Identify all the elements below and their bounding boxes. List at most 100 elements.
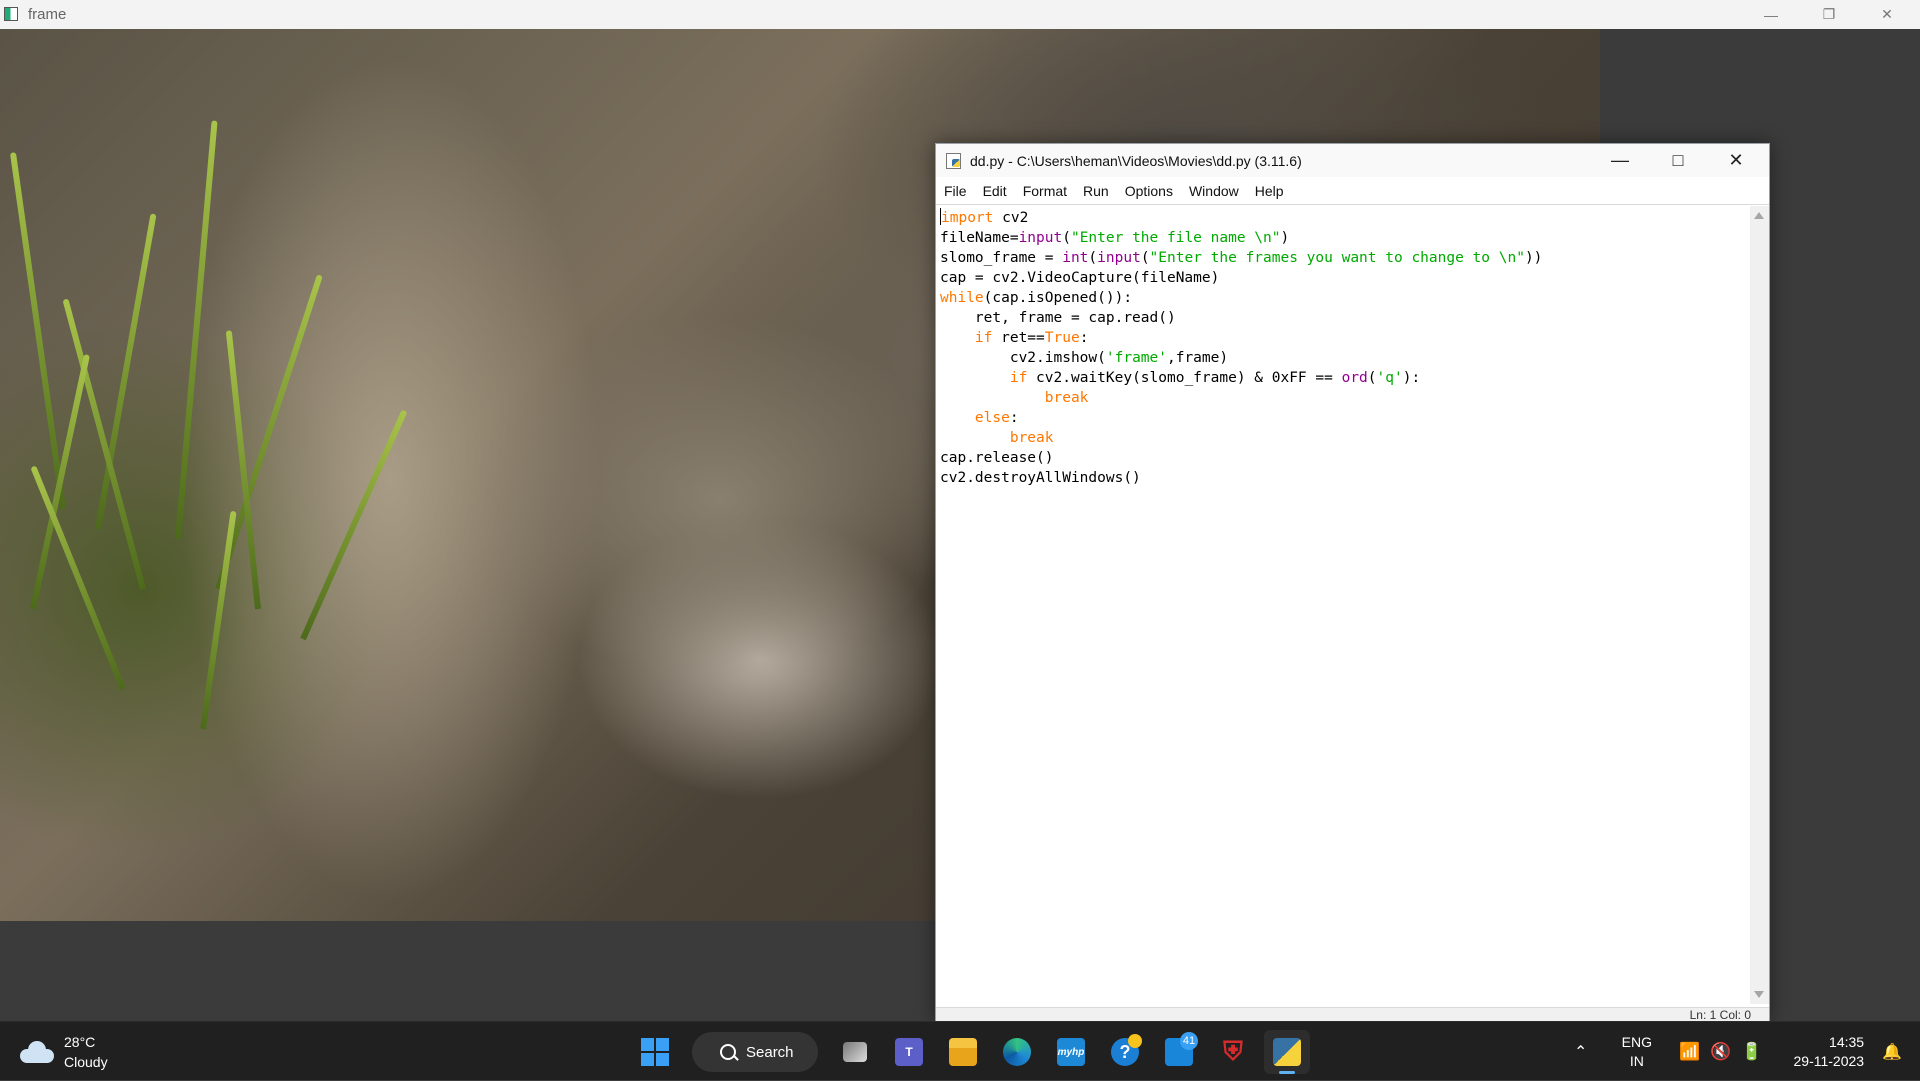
menubar-divider — [936, 204, 1769, 205]
notification-dot — [1128, 1034, 1142, 1048]
code-line[interactable]: cap = cv2.VideoCapture(fileName) — [940, 268, 1748, 288]
clock[interactable]: 14:35 29-11-2023 — [1794, 1033, 1865, 1071]
code-line[interactable]: while(cap.isOpened()): — [940, 288, 1748, 308]
task-view-button[interactable] — [832, 1030, 878, 1074]
code-token: break — [1044, 390, 1089, 406]
input-language[interactable]: ENG IN — [1622, 1033, 1652, 1071]
frame-title: frame — [28, 6, 67, 23]
maximize-icon[interactable]: □ — [1649, 144, 1707, 177]
code-token: )) — [1524, 250, 1543, 266]
code-token: True — [1044, 330, 1080, 346]
code-line[interactable]: else: — [940, 408, 1748, 428]
code-token: ( — [1140, 250, 1150, 266]
code-token: input — [1097, 250, 1141, 266]
menu-edit[interactable]: Edit — [975, 180, 1015, 202]
minimize-icon[interactable]: — — [1742, 0, 1800, 29]
code-token: cap = cv2.VideoCapture(fileName) — [940, 270, 1220, 286]
code-token: else — [974, 410, 1010, 426]
scroll-up-icon[interactable] — [1754, 212, 1764, 219]
cloud-icon — [20, 1041, 54, 1063]
notification-bell-icon[interactable]: 🔔 — [1882, 1042, 1902, 1062]
edge-button[interactable] — [994, 1030, 1040, 1074]
taskbar: 28°C Cloudy Search T myhp ? 41 ⛨ ⌃ ENG I… — [0, 1021, 1920, 1080]
code-line[interactable]: cv2.destroyAllWindows() — [940, 468, 1748, 488]
code-token: "Enter the file name \n" — [1070, 230, 1281, 246]
restore-icon[interactable]: ❐ — [1800, 0, 1858, 29]
volume-muted-icon[interactable]: 🔇 — [1710, 1042, 1731, 1062]
menu-help[interactable]: Help — [1247, 180, 1292, 202]
code-token: ord — [1341, 370, 1368, 386]
start-button[interactable] — [632, 1030, 678, 1074]
code-token: "Enter the frames you want to change to … — [1149, 250, 1525, 266]
code-token: cv2.waitKey(slomo_frame) & 0xFF == — [1027, 370, 1342, 386]
code-token: int — [1062, 250, 1089, 266]
vertical-scrollbar[interactable] — [1750, 206, 1769, 1004]
menu-format[interactable]: Format — [1015, 180, 1075, 202]
language-code: ENG — [1621, 1033, 1652, 1050]
code-token: : — [1079, 330, 1089, 346]
show-hidden-icons-icon[interactable]: ⌃ — [1568, 1042, 1594, 1062]
code-token: input — [1018, 230, 1063, 246]
code-editor[interactable]: import cv2 fileName=input("Enter the file… — [940, 208, 1748, 1003]
search-icon — [720, 1044, 736, 1060]
weather-widget[interactable]: 28°C Cloudy — [20, 1032, 108, 1072]
code-token: 'q' — [1376, 370, 1403, 386]
mcafee-icon: ⛨ — [1223, 1036, 1243, 1066]
code-token: ( — [1367, 370, 1377, 386]
search-label: Search — [746, 1043, 794, 1061]
python-idle-icon — [1273, 1038, 1301, 1066]
code-token: if — [974, 330, 993, 346]
status-bar: Ln: 1 Col: 0 — [936, 1007, 1769, 1022]
wifi-icon[interactable]: 📶 — [1679, 1042, 1700, 1062]
mcafee-button[interactable]: ⛨ — [1210, 1030, 1256, 1074]
code-token: import — [941, 210, 994, 226]
file-explorer-button[interactable] — [940, 1030, 986, 1074]
code-line[interactable]: if ret==True: — [940, 328, 1748, 348]
scroll-down-icon[interactable] — [1754, 991, 1764, 998]
idle-taskbar-button[interactable] — [1264, 1030, 1310, 1074]
code-token: break — [1009, 430, 1054, 446]
code-line[interactable]: cap.release() — [940, 448, 1748, 468]
code-line[interactable]: slomo_frame = int(input("Enter the frame… — [940, 248, 1748, 268]
menu-file[interactable]: File — [936, 180, 975, 202]
code-line[interactable]: break — [940, 388, 1748, 408]
code-line[interactable]: import cv2 — [940, 208, 1748, 228]
get-help-button[interactable]: ? — [1102, 1030, 1148, 1074]
idle-editor-window: dd.py - C:\Users\heman\Videos\Movies\dd.… — [935, 143, 1770, 1023]
frame-titlebar[interactable]: frame — ❐ ✕ — [0, 0, 1920, 29]
menu-options[interactable]: Options — [1117, 180, 1181, 202]
code-token: ): — [1402, 370, 1421, 386]
code-token: ) — [1280, 230, 1290, 246]
code-token: cap.release() — [940, 450, 1054, 466]
teams-button[interactable]: T — [886, 1030, 932, 1074]
store-badge: 41 — [1180, 1032, 1198, 1050]
weather-description: Cloudy — [64, 1054, 108, 1070]
code-token: : — [1009, 410, 1019, 426]
code-token: ( — [1062, 230, 1071, 246]
system-tray: ⌃ ENG IN 📶 🔇 🔋 14:35 29-11-2023 🔔 — [1568, 1022, 1920, 1081]
cursor-position: Ln: 1 Col: 0 — [1689, 1008, 1751, 1022]
idle-window-title: dd.py - C:\Users\heman\Videos\Movies\dd.… — [970, 153, 1302, 169]
code-line[interactable]: if cv2.waitKey(slomo_frame) & 0xFF == or… — [940, 368, 1748, 388]
code-token: cv2.imshow( — [940, 350, 1106, 366]
battery-icon[interactable]: 🔋 — [1741, 1042, 1762, 1062]
microsoft-store-button[interactable]: 41 — [1156, 1030, 1202, 1074]
weather-temperature: 28°C — [64, 1034, 96, 1050]
menu-window[interactable]: Window — [1181, 180, 1247, 202]
python-file-icon — [946, 153, 961, 169]
code-line[interactable]: fileName=input("Enter the file name \n") — [940, 228, 1748, 248]
minimize-icon[interactable]: — — [1591, 144, 1649, 177]
close-icon[interactable]: ✕ — [1707, 144, 1765, 177]
code-token: cv2.destroyAllWindows() — [940, 470, 1141, 486]
code-line[interactable]: ret, frame = cap.read() — [940, 308, 1748, 328]
myhp-button[interactable]: myhp — [1048, 1030, 1094, 1074]
code-token: ( — [1088, 250, 1098, 266]
code-line[interactable]: cv2.imshow('frame',frame) — [940, 348, 1748, 368]
close-icon[interactable]: ✕ — [1858, 0, 1916, 29]
idle-titlebar[interactable]: dd.py - C:\Users\heman\Videos\Movies\dd.… — [936, 144, 1769, 177]
menu-run[interactable]: Run — [1075, 180, 1117, 202]
code-line[interactable]: break — [940, 428, 1748, 448]
code-token: while — [940, 290, 984, 306]
search-button[interactable]: Search — [692, 1032, 818, 1072]
